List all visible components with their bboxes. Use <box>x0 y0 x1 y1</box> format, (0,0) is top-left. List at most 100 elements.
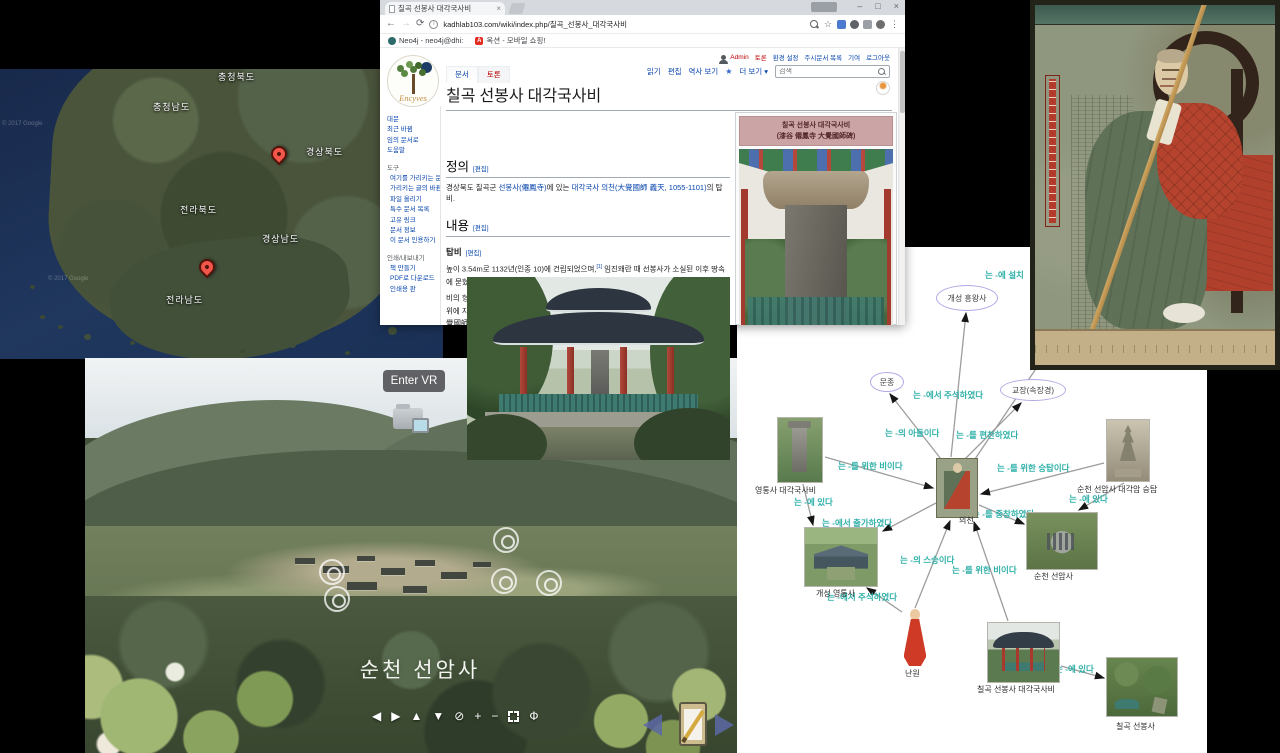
pan-right-icon[interactable]: ▶ <box>391 709 400 723</box>
sidebar-item[interactable]: 임의 문서로 <box>387 136 440 146</box>
personal-link[interactable]: 환경 설정 <box>773 52 799 62</box>
vr-hotspot[interactable] <box>536 570 562 596</box>
vr-hotspot[interactable] <box>493 527 519 553</box>
notes-clipboard-icon[interactable] <box>679 702 707 746</box>
zoom-in-icon[interactable]: + <box>474 709 481 723</box>
new-tab-button[interactable] <box>508 3 526 14</box>
graph-node-문종[interactable]: 문종 <box>870 372 904 392</box>
view-tab[interactable]: 편집 <box>668 66 682 77</box>
zoom-indicator-icon[interactable] <box>810 20 819 29</box>
temple-roof <box>357 556 375 561</box>
site-info-icon[interactable]: i <box>429 20 438 29</box>
window-minimize-button[interactable]: – <box>857 1 862 11</box>
graph-image-node-chilgok-seonbongsa[interactable] <box>1106 657 1178 717</box>
personal-link[interactable]: 기여 <box>848 52 860 62</box>
sidebar-item[interactable]: 책 만들기 <box>387 264 440 274</box>
window-close-button[interactable]: × <box>894 1 899 11</box>
graph-image-node-chilgokbi[interactable] <box>987 622 1060 683</box>
sidebar-item[interactable]: 여기를 가리키는 문서 <box>387 174 440 184</box>
graph-image-node-nanwon[interactable] <box>900 609 930 666</box>
sidebar-item[interactable]: 최근 바뀜 <box>387 125 440 135</box>
sidebar-item[interactable]: 특수 문서 목록 <box>387 205 440 215</box>
forward-icon[interactable]: → <box>401 19 411 29</box>
sidebar-section-header: 인쇄/내보내기 <box>387 254 440 264</box>
wiki-logo[interactable]: Encyves <box>387 55 439 107</box>
graph-node-교장(속장경)[interactable]: 교장(속장경) <box>1000 379 1066 401</box>
sidebar-item[interactable]: 도움말 <box>387 146 440 156</box>
graph-image-node-seungtap[interactable] <box>1106 419 1150 482</box>
personal-link[interactable]: 주시문서 목록 <box>804 52 842 62</box>
wiki-search-box[interactable] <box>775 65 890 78</box>
sidebar-item[interactable]: 대문 <box>387 115 440 125</box>
orbit-reset-icon[interactable]: Ф <box>529 709 538 723</box>
edit-link[interactable]: [편집] <box>466 250 482 257</box>
browser-scrollbar[interactable] <box>898 48 905 325</box>
edit-link[interactable]: [편집] <box>473 225 489 232</box>
wiki-search-input[interactable] <box>779 68 878 75</box>
bookmark-item[interactable]: A옥션 - 모바일 쇼핑! <box>475 35 545 46</box>
pan-left-icon[interactable]: ◀ <box>372 709 381 723</box>
wiki-link[interactable]: 대각국사 의천(大覺國師 義天, 1055-1101) <box>572 183 707 192</box>
search-icon[interactable] <box>878 68 886 76</box>
vr-hotspot[interactable] <box>491 568 517 594</box>
sidebar-item[interactable]: 인쇄용 판 <box>387 285 440 295</box>
back-icon[interactable]: ← <box>386 19 396 29</box>
sidebar-item[interactable]: 문서 정보 <box>387 226 440 236</box>
extension-icon[interactable] <box>863 20 872 29</box>
graph-image-node-suncheon-seonamsa[interactable] <box>1026 512 1098 570</box>
wiki-link[interactable]: 선봉사(僊鳳寺) <box>498 183 546 192</box>
uicheon-portrait-painting <box>1030 0 1280 370</box>
satellite-map-panel[interactable]: 충청북도충청남도경상북도전라북도경상남도전라남도© 2017 Google© 2… <box>0 69 443 359</box>
more-dropdown[interactable]: 더 보기 ▾ <box>739 66 768 77</box>
gyro-off-icon[interactable]: ⊘ <box>454 709 464 723</box>
sidebar-item[interactable]: PDF로 다운로드 <box>387 274 440 284</box>
extension-icon[interactable] <box>850 20 859 29</box>
graph-image-node-gaeseong-yeongtongsa[interactable] <box>804 527 878 587</box>
graph-image-node-yeongtongsabi[interactable] <box>777 417 823 483</box>
next-scene-arrow[interactable] <box>715 714 734 736</box>
scrollbar-thumb[interactable] <box>900 51 905 113</box>
sidebar-item[interactable]: 파일 올리기 <box>387 195 440 205</box>
url-field[interactable]: kadhlab103.com/wiki/index.php/칠곡_선봉사_대각국… <box>443 19 805 30</box>
graph-node-개성 흥왕사[interactable]: 개성 흥왕사 <box>936 285 998 311</box>
edit-link[interactable]: [편집] <box>473 166 489 173</box>
logo-wordmark: Encyves <box>388 93 438 103</box>
window-maximize-button[interactable]: □ <box>875 1 880 11</box>
extension-icon[interactable] <box>837 20 846 29</box>
browser-tab[interactable]: 칠곡 선봉사 대각국사비 × <box>385 2 505 15</box>
fullscreen-icon[interactable] <box>508 711 519 722</box>
graph-image-node-uicheon[interactable] <box>936 458 978 518</box>
personal-link[interactable]: 로그아웃 <box>866 52 890 62</box>
browser-menu-icon[interactable]: ⋮ <box>890 20 899 29</box>
watch-star-icon[interactable]: ★ <box>725 67 732 76</box>
pan-down-icon[interactable]: ▼ <box>432 709 444 723</box>
pavilion-fence <box>748 297 884 325</box>
view-tab[interactable]: 역사 보기 <box>689 66 719 77</box>
sidebar-item[interactable]: 이 문서 인용하기 <box>387 236 440 246</box>
page-tab[interactable]: 문서 <box>446 66 478 83</box>
red-title-label <box>1045 75 1060 227</box>
sidebar-item[interactable]: 가리키는 글의 바뀜 <box>387 184 440 194</box>
graph-node-caption: 칠곡 선봉사 대각국사비 <box>977 684 1055 695</box>
profile-avatar[interactable] <box>876 81 890 95</box>
sidebar-item[interactable]: 고유 링크 <box>387 216 440 226</box>
zoom-out-icon[interactable]: − <box>491 709 498 723</box>
bookmark-star-icon[interactable]: ☆ <box>824 20 832 29</box>
enter-vr-button[interactable]: Enter VR <box>383 370 445 392</box>
text-run: 에 있는 <box>547 183 572 192</box>
view-tab[interactable]: 읽기 <box>647 66 661 77</box>
vr-hotspot[interactable] <box>319 559 345 585</box>
vr-hotspot[interactable] <box>324 586 350 612</box>
pan-up-icon[interactable]: ▲ <box>410 709 422 723</box>
extension-icon[interactable] <box>876 20 885 29</box>
infobox-image[interactable] <box>739 149 893 325</box>
pavilion-photo[interactable] <box>467 277 730 460</box>
bookmark-item[interactable]: Neo4j - neo4j@dhi: <box>388 36 463 45</box>
prev-scene-arrow[interactable] <box>643 714 662 736</box>
camcorder-icon[interactable] <box>393 408 423 429</box>
tab-close-icon[interactable]: × <box>496 4 501 13</box>
page-tab[interactable]: 토론 <box>478 66 510 83</box>
personal-link[interactable]: Admin <box>730 54 748 61</box>
personal-link[interactable]: 토론 <box>755 52 767 62</box>
refresh-icon[interactable]: ⟳ <box>416 19 424 29</box>
